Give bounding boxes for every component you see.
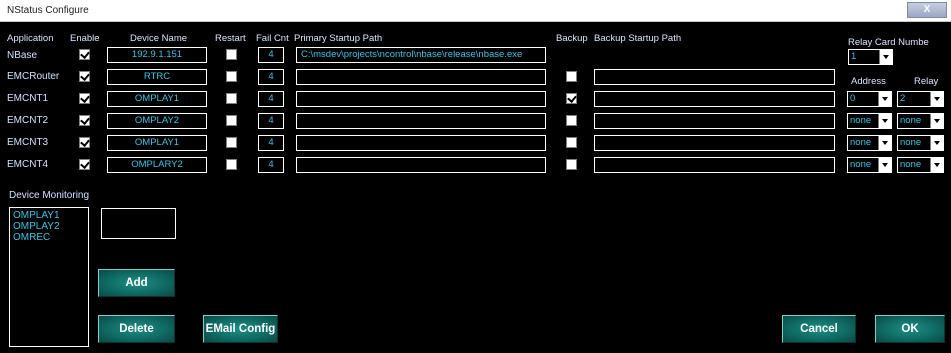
- device-name-field[interactable]: 192.9.1.151: [107, 47, 207, 63]
- address-value: none: [850, 137, 872, 148]
- restart-checkbox[interactable]: [226, 159, 237, 170]
- chevron-down-icon[interactable]: [930, 136, 943, 150]
- device-name-field[interactable]: OMPLAY1: [107, 135, 207, 151]
- chevron-down-icon[interactable]: [878, 114, 891, 128]
- relay-select[interactable]: none: [897, 113, 944, 129]
- address-value: 0: [850, 93, 856, 104]
- enable-checkbox[interactable]: [79, 93, 90, 104]
- header-relay: Relay: [914, 76, 939, 87]
- ok-button[interactable]: OK: [875, 315, 945, 343]
- chevron-down-icon[interactable]: [930, 158, 943, 172]
- dialog-client: Application Enable Device Name Restart F…: [0, 22, 951, 353]
- app-name: EMCNT4: [7, 159, 49, 170]
- enable-checkbox[interactable]: [79, 49, 90, 60]
- app-name: EMCNT2: [7, 115, 49, 126]
- email-config-button[interactable]: EMail Config: [203, 315, 278, 343]
- relay-value: none: [900, 137, 922, 148]
- primary-path-field[interactable]: [296, 113, 546, 129]
- relay-value: none: [900, 115, 922, 126]
- list-item[interactable]: OMPLAY1: [13, 210, 85, 221]
- fail-cnt-field[interactable]: 4: [258, 69, 284, 85]
- list-item[interactable]: OMPLAY2: [13, 221, 85, 232]
- header-backup: Backup: [556, 33, 588, 44]
- primary-path-field[interactable]: [296, 69, 546, 85]
- address-select[interactable]: none: [847, 135, 892, 151]
- address-value: none: [850, 115, 872, 126]
- restart-checkbox[interactable]: [226, 115, 237, 126]
- address-select[interactable]: none: [847, 113, 892, 129]
- title-bar: NStatus Configure X: [0, 0, 951, 22]
- fail-cnt-field[interactable]: 4: [258, 157, 284, 173]
- fail-cnt-field[interactable]: 4: [258, 135, 284, 151]
- backup-path-field[interactable]: [594, 157, 835, 173]
- new-device-field[interactable]: [101, 208, 176, 239]
- app-name: EMCNT1: [7, 93, 49, 104]
- header-primary-path: Primary Startup Path: [294, 33, 383, 44]
- relay-value: 2: [900, 93, 906, 104]
- relay-select[interactable]: none: [897, 157, 944, 173]
- primary-path-field[interactable]: [296, 135, 546, 151]
- relay-value: none: [900, 159, 922, 170]
- primary-path-field[interactable]: [296, 157, 546, 173]
- chevron-down-icon[interactable]: [878, 136, 891, 150]
- app-name: NBase: [7, 50, 38, 61]
- fail-cnt-field[interactable]: 4: [258, 47, 284, 63]
- relay-card-number-value: 1: [851, 51, 857, 62]
- backup-path-field[interactable]: [594, 91, 835, 107]
- restart-checkbox[interactable]: [226, 137, 237, 148]
- fail-cnt-field[interactable]: 4: [258, 91, 284, 107]
- backup-checkbox[interactable]: [566, 71, 577, 82]
- backup-path-field[interactable]: [594, 69, 835, 85]
- backup-checkbox[interactable]: [566, 93, 577, 104]
- delete-button[interactable]: Delete: [98, 315, 175, 343]
- header-restart: Restart: [215, 33, 246, 44]
- enable-checkbox[interactable]: [79, 159, 90, 170]
- device-name-field[interactable]: OMPLAY2: [107, 113, 207, 129]
- header-address: Address: [851, 76, 886, 87]
- app-name: EMCNT3: [7, 137, 49, 148]
- app-name: EMCRouter: [7, 71, 60, 82]
- backup-checkbox[interactable]: [566, 115, 577, 126]
- header-backup-path: Backup Startup Path: [594, 33, 682, 44]
- enable-checkbox[interactable]: [79, 71, 90, 82]
- close-button[interactable]: X: [907, 2, 947, 18]
- window-title: NStatus Configure: [7, 5, 89, 16]
- cancel-button[interactable]: Cancel: [782, 315, 856, 343]
- header-device-name: Device Name: [130, 33, 188, 44]
- address-value: none: [850, 159, 872, 170]
- relay-card-number-select[interactable]: 1: [848, 49, 893, 65]
- chevron-down-icon[interactable]: [930, 92, 943, 106]
- restart-checkbox[interactable]: [226, 71, 237, 82]
- device-monitoring-label: Device Monitoring: [9, 190, 90, 201]
- restart-checkbox[interactable]: [226, 93, 237, 104]
- device-monitoring-list[interactable]: OMPLAY1 OMPLAY2 OMREC: [9, 207, 89, 347]
- chevron-down-icon[interactable]: [878, 92, 891, 106]
- device-name-field[interactable]: RTRC: [107, 69, 207, 85]
- add-button[interactable]: Add: [98, 269, 175, 297]
- primary-path-field[interactable]: C:\msdev\projects\ncontrol\nbase\release…: [296, 47, 546, 63]
- address-select[interactable]: none: [847, 157, 892, 173]
- header-enable: Enable: [70, 33, 100, 44]
- chevron-down-icon[interactable]: [879, 50, 892, 64]
- chevron-down-icon[interactable]: [930, 114, 943, 128]
- address-select[interactable]: 0: [847, 91, 892, 107]
- enable-checkbox[interactable]: [79, 115, 90, 126]
- primary-path-field[interactable]: [296, 91, 546, 107]
- header-fail-cnt: Fail Cnt: [256, 33, 289, 44]
- backup-path-field[interactable]: [594, 113, 835, 129]
- relay-select[interactable]: 2: [897, 91, 944, 107]
- backup-checkbox[interactable]: [566, 159, 577, 170]
- device-name-field[interactable]: OMPLAY1: [107, 91, 207, 107]
- relay-select[interactable]: none: [897, 135, 944, 151]
- fail-cnt-field[interactable]: 4: [258, 113, 284, 129]
- enable-checkbox[interactable]: [79, 137, 90, 148]
- device-name-field[interactable]: OMPLARY2: [107, 157, 207, 173]
- list-item[interactable]: OMREC: [13, 232, 85, 243]
- header-application: Application: [7, 33, 54, 44]
- restart-checkbox[interactable]: [226, 49, 237, 60]
- backup-path-field[interactable]: [594, 135, 835, 151]
- chevron-down-icon[interactable]: [878, 158, 891, 172]
- header-relay-card-number: Relay Card Numbe: [848, 37, 929, 48]
- backup-checkbox[interactable]: [566, 137, 577, 148]
